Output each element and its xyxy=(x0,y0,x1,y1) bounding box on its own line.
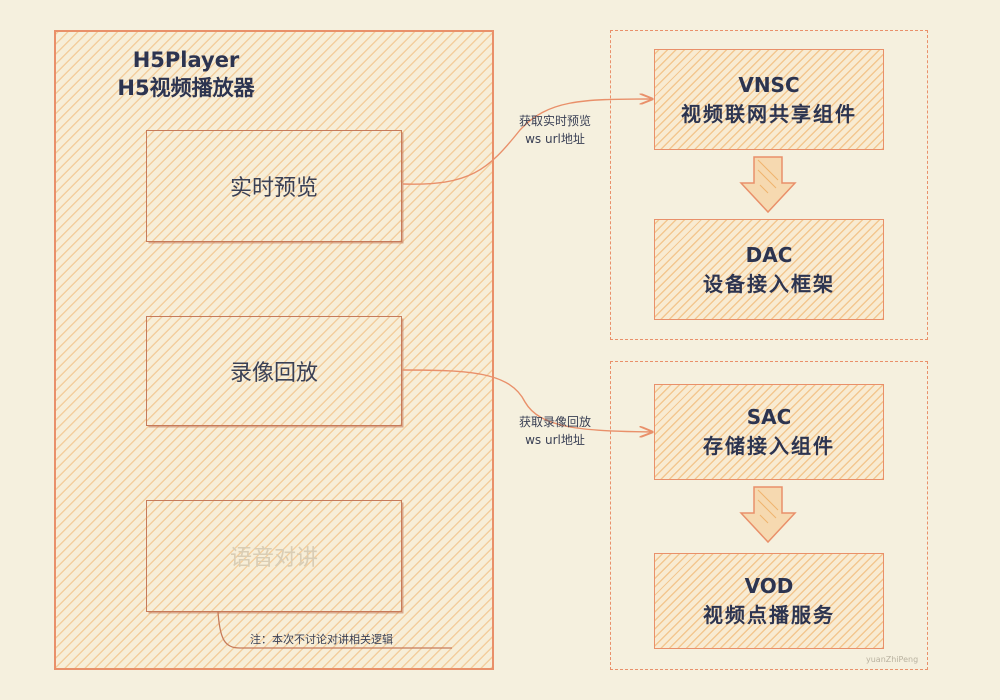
down-arrow-sac-vod xyxy=(739,486,797,544)
down-arrow-vnsc-dac xyxy=(739,156,797,214)
edge-label-live: 获取实时预览 ws url地址 xyxy=(500,112,610,148)
edge-label-playback: 获取录像回放 ws url地址 xyxy=(500,413,610,449)
scope-note: 注：本次不讨论对讲相关逻辑 xyxy=(250,633,393,646)
architecture-diagram: H5Player H5视频播放器 实时预览 录像回放 语音对讲 VNSC 视频联… xyxy=(0,0,1000,700)
author-watermark: yuanZhiPeng xyxy=(866,655,919,664)
edge-label-playback-line1: 获取录像回放 xyxy=(518,415,591,429)
edge-label-live-line2: ws url地址 xyxy=(525,132,585,146)
connectors-layer xyxy=(217,0,797,649)
edge-label-live-line1: 获取实时预览 xyxy=(518,114,591,128)
edge-label-playback-line2: ws url地址 xyxy=(525,433,585,447)
